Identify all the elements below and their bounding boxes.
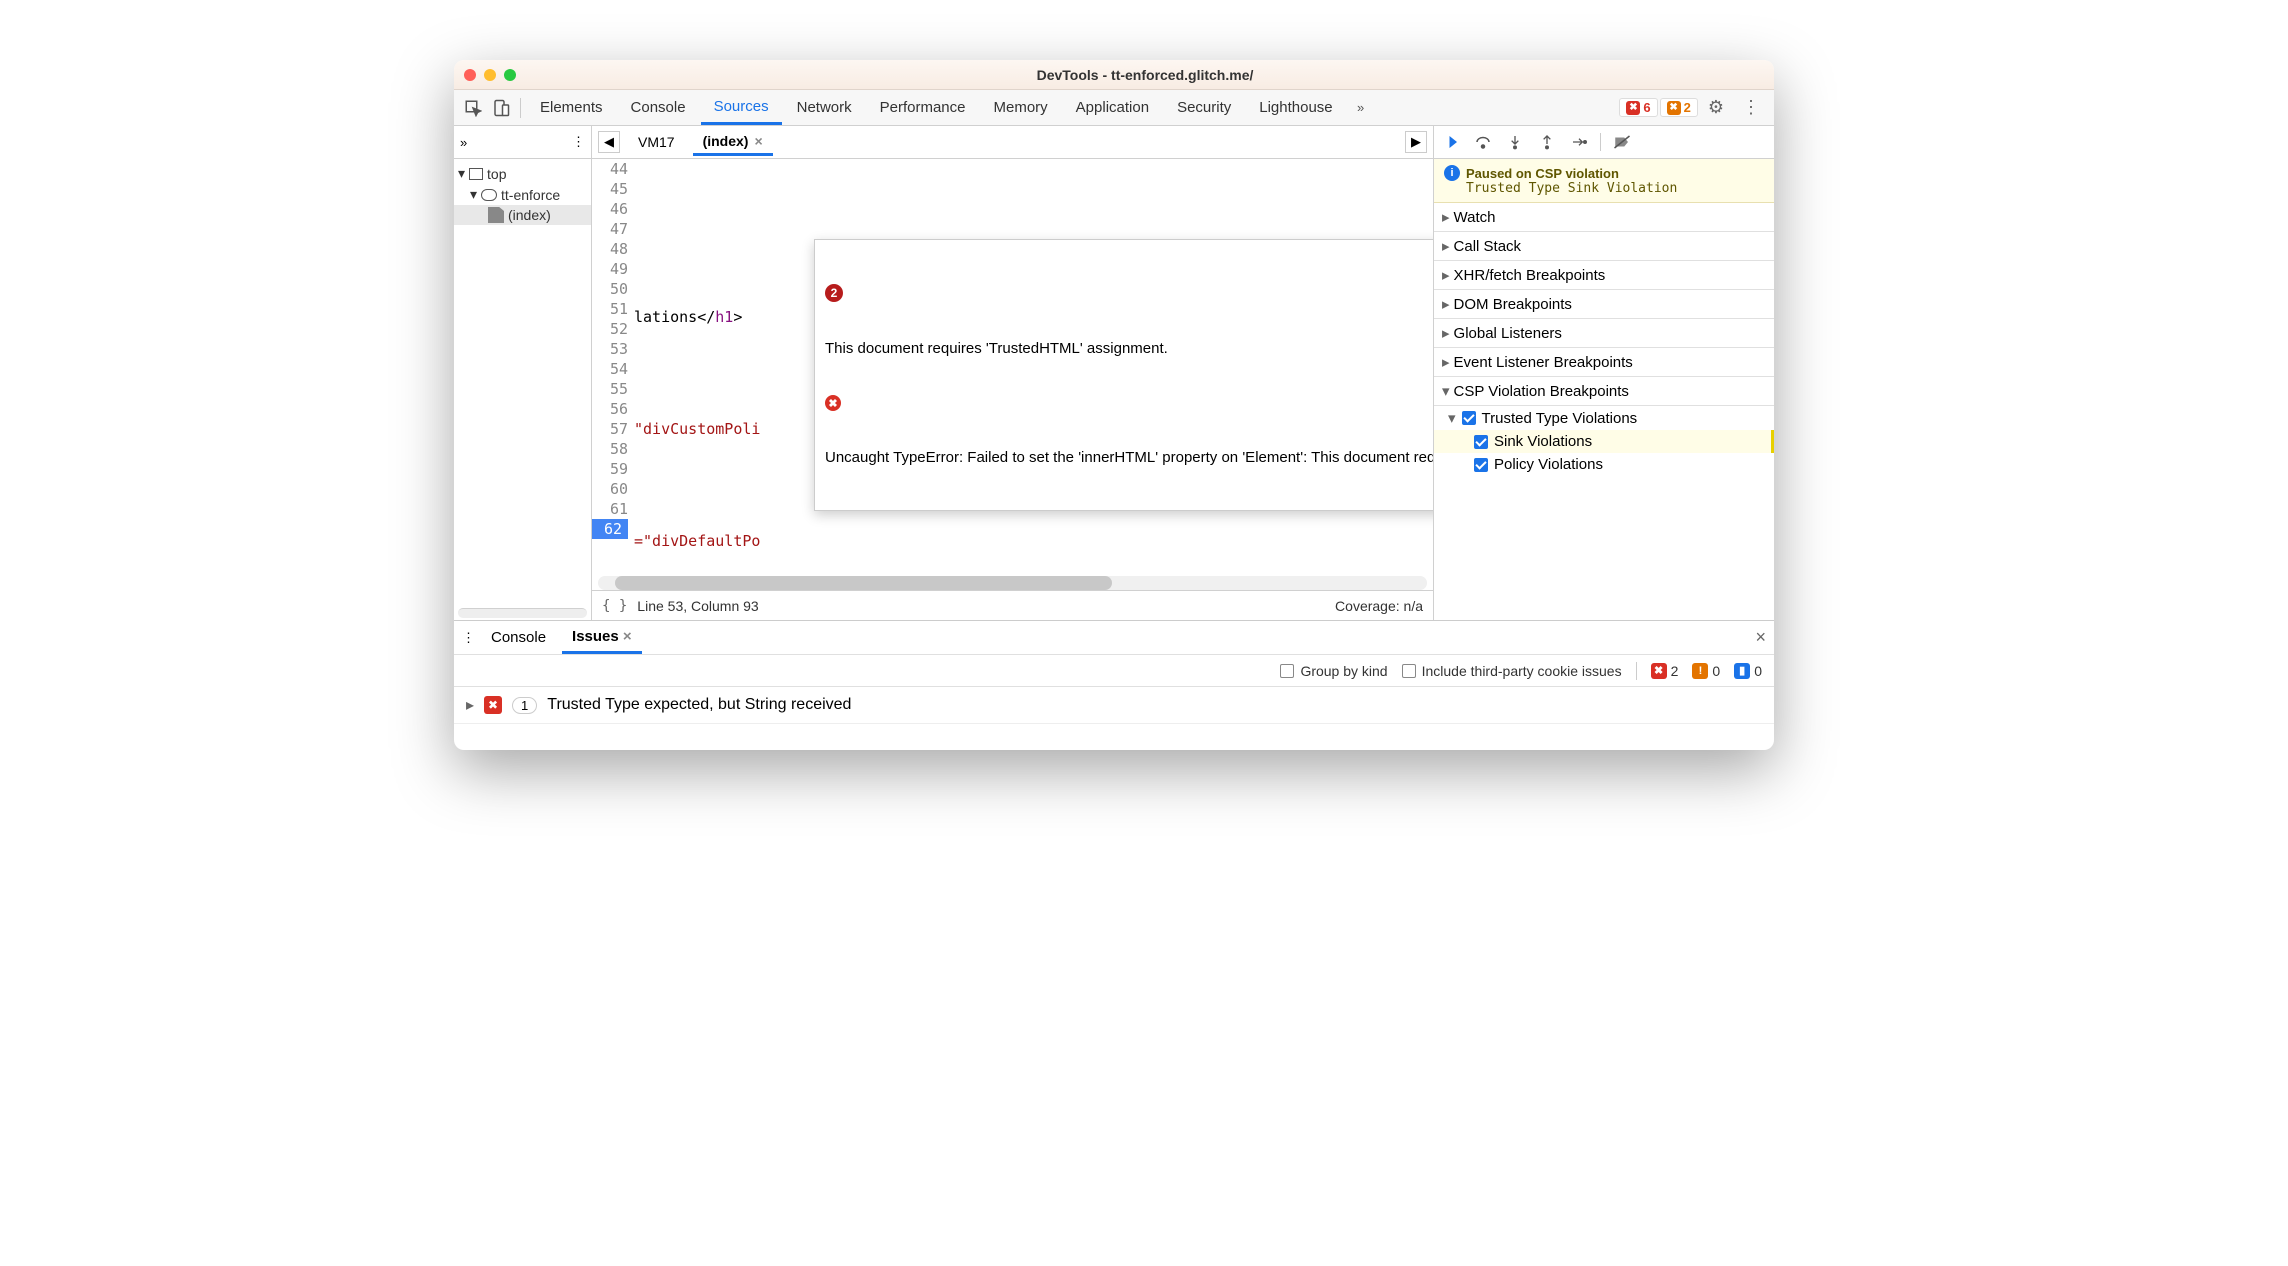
file-tab-vm17[interactable]: VM17	[628, 130, 685, 154]
error-icon: ✖	[825, 395, 841, 411]
tab-security[interactable]: Security	[1164, 90, 1244, 125]
drawer-menu-icon[interactable]: ⋮	[462, 630, 475, 646]
debugger-toolbar	[1434, 126, 1774, 159]
settings-icon[interactable]: ⚙	[1700, 97, 1732, 118]
navigator-scrollbar[interactable]	[458, 608, 587, 618]
issue-count-pill: 1	[512, 697, 537, 714]
tooltip-message: This document requires 'TrustedHTML' ass…	[825, 340, 1168, 357]
error-badge[interactable]: ✖6	[1619, 98, 1657, 117]
window-controls	[464, 69, 516, 81]
paused-banner: iPaused on CSP violation Trusted Type Si…	[1434, 159, 1774, 203]
divider	[520, 98, 521, 118]
debugger-panel: iPaused on CSP violation Trusted Type Si…	[1434, 126, 1774, 620]
navigator-menu-icon[interactable]: ⋮	[572, 134, 585, 150]
issue-info-count[interactable]: ▮0	[1734, 663, 1762, 679]
error-icon: ✖	[484, 696, 502, 714]
devtools-window: DevTools - tt-enforced.glitch.me/ Elemen…	[454, 60, 1774, 750]
step-button[interactable]	[1568, 131, 1590, 153]
tree-top[interactable]: top	[454, 163, 591, 184]
maximize-button[interactable]	[504, 69, 516, 81]
close-tab-icon[interactable]: ×	[754, 133, 762, 149]
step-into-button[interactable]	[1504, 131, 1526, 153]
code-editor[interactable]: 44 45 46 47 48 49 50 51 52 53 54 55 56 5…	[592, 159, 1433, 576]
deactivate-breakpoints-button[interactable]	[1611, 131, 1633, 153]
tab-console[interactable]: Console	[618, 90, 699, 125]
tab-performance[interactable]: Performance	[867, 90, 979, 125]
csp-trusted-type[interactable]: ▾Trusted Type Violations	[1434, 406, 1774, 430]
close-button[interactable]	[464, 69, 476, 81]
issue-badge[interactable]: ✖2	[1660, 98, 1698, 117]
csp-sink[interactable]: Sink Violations	[1434, 430, 1774, 453]
tab-lighthouse[interactable]: Lighthouse	[1246, 90, 1345, 125]
device-icon[interactable]	[488, 95, 514, 121]
code-content[interactable]: lations</h1> "divCustomPoli ="divDefault…	[634, 159, 1433, 576]
cloud-icon	[481, 189, 497, 201]
tab-sources[interactable]: Sources	[701, 90, 782, 125]
navigator-panel: » ⋮ top tt-enforce (index)	[454, 126, 592, 620]
main-tabstrip: Elements Console Sources Network Perform…	[454, 90, 1774, 126]
csp-policy[interactable]: Policy Violations	[1434, 453, 1774, 476]
titlebar: DevTools - tt-enforced.glitch.me/	[454, 60, 1774, 90]
error-tooltip: 2 This document requires 'TrustedHTML' a…	[814, 239, 1433, 511]
third-party-checkbox[interactable]: Include third-party cookie issues	[1402, 663, 1622, 679]
issue-row[interactable]: ▸ ✖ 1 Trusted Type expected, but String …	[454, 687, 1774, 724]
tab-application[interactable]: Application	[1063, 90, 1162, 125]
tooltip-count-badge: 2	[825, 284, 843, 302]
issue-title: Trusted Type expected, but String receiv…	[547, 696, 851, 714]
window-title: DevTools - tt-enforced.glitch.me/	[526, 67, 1764, 83]
editor-hscrollbar[interactable]	[598, 576, 1427, 590]
info-icon: i	[1444, 165, 1460, 181]
coverage-status: Coverage: n/a	[1335, 598, 1423, 614]
tooltip-message: Uncaught TypeError: Failed to set the 'i…	[825, 449, 1433, 466]
file-icon	[488, 207, 504, 223]
error-count: 6	[1643, 100, 1650, 115]
close-icon[interactable]: ×	[623, 628, 632, 645]
tab-memory[interactable]: Memory	[981, 90, 1061, 125]
issue-warn-count[interactable]: !0	[1692, 663, 1720, 679]
drawer-tab-issues[interactable]: Issues ×	[562, 622, 642, 654]
step-out-button[interactable]	[1536, 131, 1558, 153]
drawer-close-icon[interactable]: ×	[1755, 627, 1766, 648]
group-by-kind-checkbox[interactable]: Group by kind	[1280, 663, 1387, 679]
inspect-icon[interactable]	[460, 95, 486, 121]
drawer-tab-console[interactable]: Console	[481, 623, 556, 652]
nav-fwd-icon[interactable]: ▶	[1405, 131, 1427, 153]
tab-network[interactable]: Network	[784, 90, 865, 125]
minimize-button[interactable]	[484, 69, 496, 81]
cursor-position: Line 53, Column 93	[637, 598, 758, 614]
step-over-button[interactable]	[1472, 131, 1494, 153]
section-callstack[interactable]: Call Stack	[1434, 232, 1774, 261]
gutter: 44 45 46 47 48 49 50 51 52 53 54 55 56 5…	[592, 159, 634, 576]
issue-err-count[interactable]: ✖2	[1651, 663, 1679, 679]
section-global[interactable]: Global Listeners	[1434, 319, 1774, 348]
navigator-more-icon[interactable]: »	[460, 135, 467, 150]
menu-icon[interactable]: ⋮	[1734, 97, 1768, 118]
checkbox-icon[interactable]	[1474, 458, 1488, 472]
file-tab-index[interactable]: (index)×	[693, 129, 773, 156]
checkbox-icon[interactable]	[1474, 435, 1488, 449]
checkbox-icon[interactable]	[1462, 411, 1476, 425]
section-dom[interactable]: DOM Breakpoints	[1434, 290, 1774, 319]
tree-site[interactable]: tt-enforce	[454, 184, 591, 205]
section-event[interactable]: Event Listener Breakpoints	[1434, 348, 1774, 377]
drawer-panel: ⋮ Console Issues × × Group by kind Inclu…	[454, 620, 1774, 750]
section-xhr[interactable]: XHR/fetch Breakpoints	[1434, 261, 1774, 290]
format-icon[interactable]: { }	[602, 598, 627, 614]
section-watch[interactable]: Watch	[1434, 203, 1774, 232]
section-csp[interactable]: CSP Violation Breakpoints	[1434, 377, 1774, 406]
tree-file-index[interactable]: (index)	[454, 205, 591, 225]
file-tree: top tt-enforce (index)	[454, 159, 591, 225]
issue-count: 2	[1684, 100, 1691, 115]
resume-button[interactable]	[1440, 131, 1462, 153]
nav-back-icon[interactable]: ◀	[598, 131, 620, 153]
tab-elements[interactable]: Elements	[527, 90, 616, 125]
editor-panel: ◀ VM17 (index)× ▶ 44 45 46 47 48 49 50 5…	[592, 126, 1434, 620]
more-tabs-icon[interactable]: »	[1348, 95, 1374, 121]
editor-statusbar: { } Line 53, Column 93 Coverage: n/a	[592, 590, 1433, 620]
